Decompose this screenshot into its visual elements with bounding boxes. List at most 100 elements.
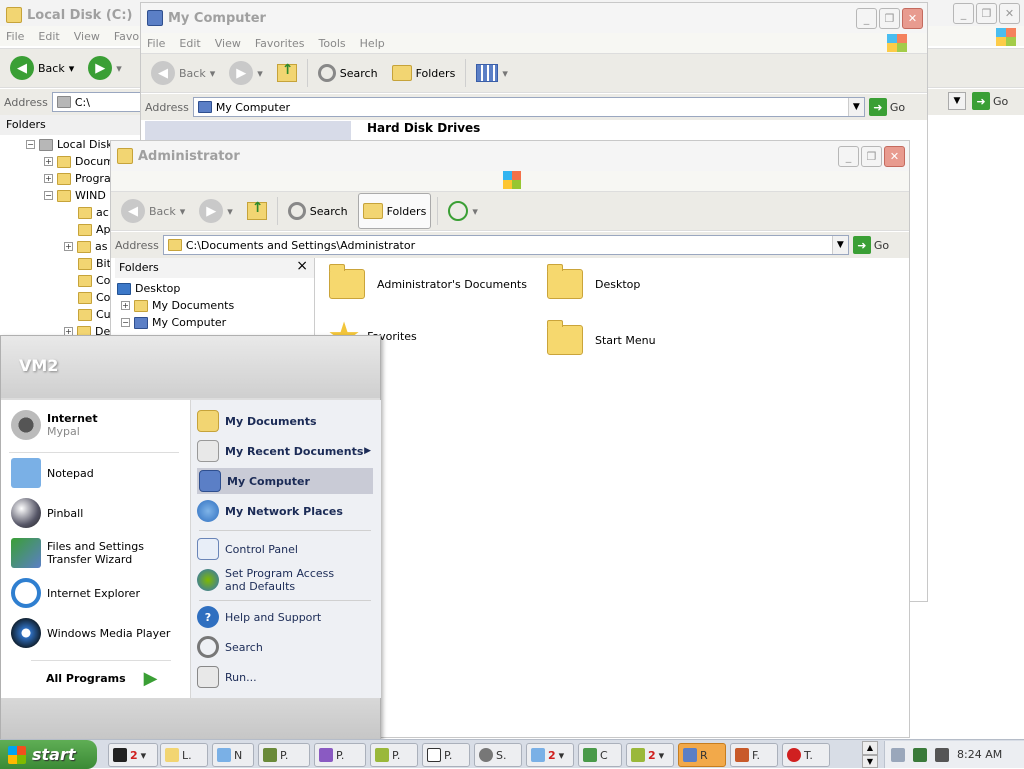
tree-item[interactable]: ac [78,206,109,219]
menu-view[interactable]: View [74,30,100,43]
taskbar-button-active[interactable]: R [678,743,726,767]
maximize-button[interactable]: ❐ [976,3,997,24]
address-dropdown[interactable]: ▼ [831,236,848,254]
close-button[interactable]: ✕ [902,8,923,29]
keyboard-icon[interactable] [891,747,905,762]
tree-item[interactable]: − Local Disk [26,138,113,151]
tree-item[interactable]: + as [64,240,107,253]
back-button[interactable]: ◀ Back ▾ [6,54,78,82]
menu-control-panel[interactable]: Control Panel [197,536,298,562]
close-pane-button[interactable]: × [296,258,308,274]
address-field[interactable]: C:\Documents and Settings\Administrator … [162,235,849,255]
menu-my-network-places[interactable]: My Network Places [197,498,343,524]
go-button[interactable]: ➜ Go [868,98,911,116]
go-button[interactable]: ➜ Go [852,236,895,254]
scroll-down-button[interactable]: ▼ [862,754,878,768]
tree-item[interactable]: + Docum [44,155,114,168]
my-computer-titlebar[interactable]: My Computer [141,3,927,33]
minimize-button[interactable]: _ [953,3,974,24]
tree-item[interactable]: − WIND [44,189,106,202]
folders-button[interactable]: Folders [357,193,432,229]
clock[interactable]: 8:24 AM [957,748,1002,761]
tree-item[interactable]: Cu [78,308,111,321]
close-button[interactable]: ✕ [999,3,1020,24]
taskbar-button[interactable]: L. [160,743,208,767]
address-dropdown[interactable]: ▼ [847,98,864,116]
views-button[interactable]: ▾ [472,62,512,84]
forward-button[interactable]: ▶ ▾ [225,59,267,87]
address-dropdown[interactable]: ▼ [948,92,966,110]
taskbar-button[interactable]: F. [730,743,778,767]
minimize-button[interactable]: _ [838,146,859,167]
all-programs-button[interactable]: All Programs ▶ [46,668,158,689]
menu-file[interactable]: File [6,30,24,43]
menu-favorites[interactable]: Favo [114,30,139,43]
tree-item-my-documents[interactable]: + My Documents [121,299,234,312]
start-button[interactable]: start [0,740,97,769]
search-icon [197,636,219,658]
taskbar-button[interactable]: 2 ▾ [526,743,574,767]
taskbar-button[interactable]: S. [474,743,522,767]
address-field[interactable]: My Computer ▼ [192,97,865,117]
administrator-titlebar[interactable]: Administrator [111,141,909,171]
scroll-up-button[interactable]: ▲ [862,741,878,755]
tree-item[interactable]: Bit [78,257,111,270]
up-folder-button[interactable] [273,62,301,84]
recent-notepad[interactable]: Notepad [11,458,94,488]
back-button[interactable]: ◀ Back ▾ [117,197,189,225]
tree-item[interactable]: Co [78,274,110,287]
taskbar-button[interactable]: P. [314,743,366,767]
taskbar-button[interactable]: N [212,743,254,767]
menu-favorites[interactable]: Favorites [255,37,305,50]
volume-icon[interactable] [935,747,949,762]
go-button[interactable]: ➜ Go [972,92,1014,110]
recent-files-settings-transfer[interactable]: Files and Settings Transfer Wizard [11,538,181,568]
back-button[interactable]: ◀ Back ▾ [147,59,219,87]
forward-button[interactable]: ▶ ▾ [195,197,237,225]
taskbar-button[interactable]: P. [370,743,418,767]
tree-item[interactable]: + Progra [44,172,111,185]
folder-item[interactable]: Start Menu [547,320,656,355]
recent-windows-media-player[interactable]: Windows Media Player [11,618,170,648]
maximize-button[interactable]: ❐ [879,8,900,29]
network-icon[interactable] [913,747,927,762]
close-button[interactable]: ✕ [884,146,905,167]
forward-button[interactable]: ▶ ▾ [84,54,126,82]
menu-help[interactable]: Help [360,37,385,50]
menu-run[interactable]: Run... [197,664,257,690]
menu-tools[interactable]: Tools [319,37,346,50]
tree-item-my-computer[interactable]: − My Computer [121,316,226,329]
menu-view[interactable]: View [215,37,241,50]
menu-search[interactable]: Search [197,634,263,660]
sync-button[interactable]: ▾ [444,199,482,223]
recent-pinball[interactable]: Pinball [11,498,83,528]
search-button[interactable]: Search [284,200,352,222]
folders-button[interactable]: Folders [388,63,460,83]
minimize-button[interactable]: _ [856,8,877,29]
menu-my-computer[interactable]: My Computer [197,468,373,494]
search-button[interactable]: Search [314,62,382,84]
menu-my-recent-documents[interactable]: My Recent Documents ▶ [197,438,373,464]
taskbar-button[interactable]: P. [422,743,470,767]
tree-item-desktop[interactable]: Desktop [117,282,180,295]
menu-set-program-access[interactable]: Set Program Access and Defaults [197,566,347,594]
address-field[interactable]: C:\ [51,92,152,112]
tree-item[interactable]: Ap [78,223,111,236]
menu-edit[interactable]: Edit [179,37,200,50]
folder-item[interactable]: Administrator's Documents [329,264,527,299]
pinned-internet[interactable]: Internet Mypal [11,410,98,440]
menu-edit[interactable]: Edit [38,30,59,43]
menu-my-documents[interactable]: My Documents [197,408,317,434]
menu-file[interactable]: File [147,37,165,50]
up-folder-button[interactable] [243,200,271,222]
recent-internet-explorer[interactable]: Internet Explorer [11,578,140,608]
maximize-button[interactable]: ❐ [861,146,882,167]
tree-item[interactable]: Co [78,291,110,304]
taskbar-button-cmd[interactable]: 2 ▾ [108,743,158,767]
taskbar-button[interactable]: C [578,743,622,767]
folder-item[interactable]: Desktop [547,264,640,299]
menu-help-and-support[interactable]: ? Help and Support [197,604,321,630]
taskbar-button[interactable]: T. [782,743,830,767]
taskbar-button[interactable]: P. [258,743,310,767]
taskbar-button[interactable]: 2 ▾ [626,743,674,767]
